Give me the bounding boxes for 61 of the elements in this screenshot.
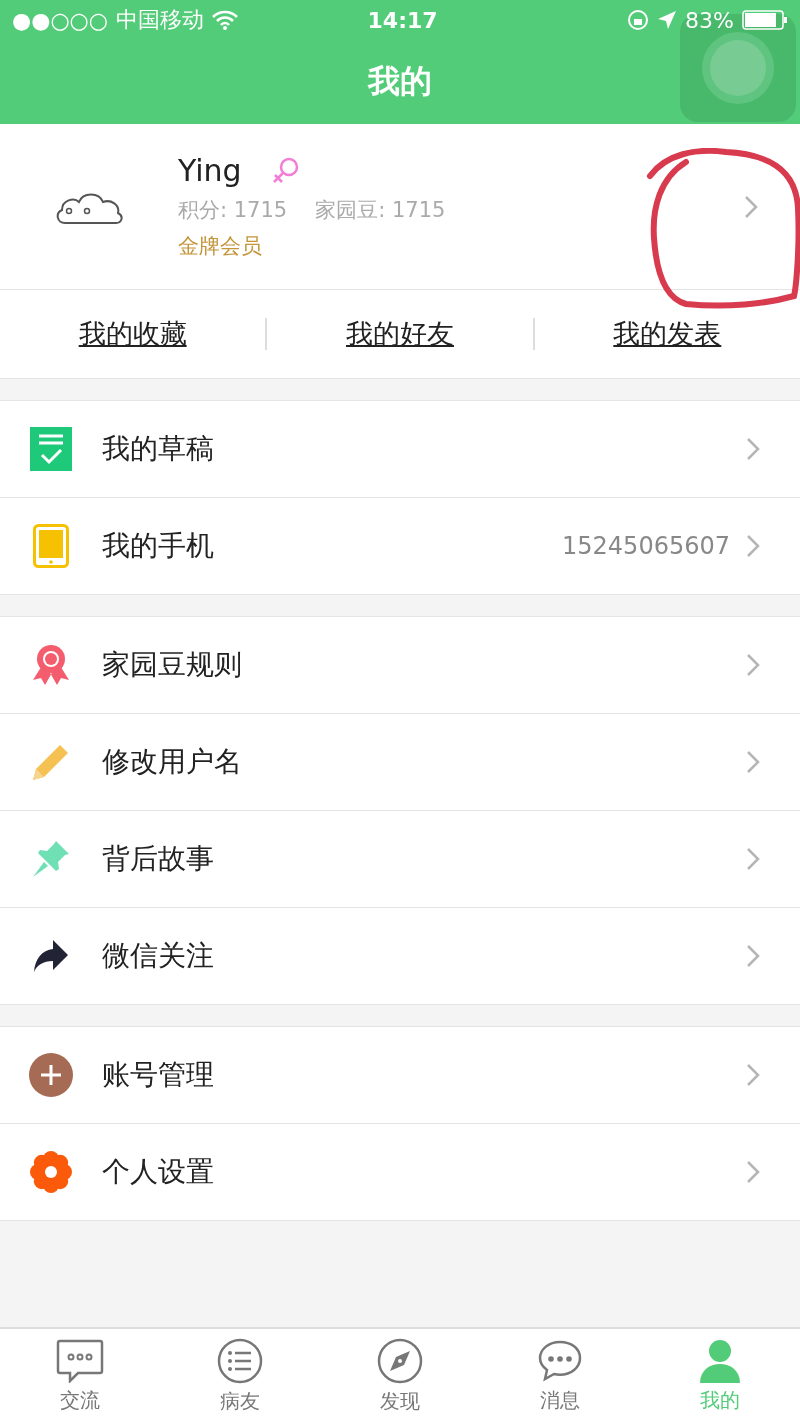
user-name: Ying xyxy=(178,153,242,188)
chevron-right-icon xyxy=(746,750,760,774)
pencil-icon xyxy=(32,743,70,781)
tab-item[interactable]: 消息 xyxy=(480,1329,640,1423)
checklist-icon xyxy=(30,427,72,471)
floating-touch-button[interactable] xyxy=(680,14,796,122)
compass-icon xyxy=(377,1337,423,1384)
chevron-right-icon xyxy=(744,194,758,219)
chevron-right-icon xyxy=(746,1063,760,1087)
menu-label: 我的草稿 xyxy=(102,431,215,467)
tab-item[interactable]: 发现 xyxy=(320,1329,480,1423)
rotation-lock-icon xyxy=(627,9,650,31)
female-symbol-icon xyxy=(271,156,300,185)
location-arrow-icon xyxy=(657,10,678,30)
wifi-icon xyxy=(212,10,238,30)
chevron-right-icon xyxy=(746,437,760,461)
battery-percent: 83% xyxy=(685,7,734,33)
signal-strength: ●●○○○ xyxy=(12,7,108,33)
menu-label: 修改用户名 xyxy=(102,744,243,780)
menu-item[interactable]: 我的手机 15245065607 xyxy=(0,497,800,594)
menu-item[interactable]: 家园豆规则 xyxy=(0,617,800,713)
chevron-right-icon xyxy=(746,847,760,871)
pushpin-icon xyxy=(32,840,70,878)
menu-label: 微信关注 xyxy=(102,938,215,974)
chevron-right-icon xyxy=(746,1160,760,1184)
membership-level: 金牌会员 xyxy=(178,233,263,260)
profile-link[interactable]: 我的收藏 xyxy=(0,316,266,352)
tab-item[interactable]: 病友 xyxy=(160,1329,320,1423)
menu-label: 个人设置 xyxy=(102,1154,215,1190)
menu-label: 账号管理 xyxy=(102,1057,215,1093)
speech-bubble-icon xyxy=(537,1338,583,1383)
chat-icon xyxy=(56,1338,104,1383)
menu-label: 背后故事 xyxy=(102,841,215,877)
chevron-right-icon xyxy=(746,944,760,968)
menu-item[interactable]: 修改用户名 xyxy=(0,713,800,810)
chevron-right-icon xyxy=(746,534,760,558)
battery-icon xyxy=(742,10,788,30)
menu-item[interactable]: 账号管理 xyxy=(0,1027,800,1123)
menu-label: 我的手机 xyxy=(102,528,215,564)
tab-item[interactable]: 交流 xyxy=(0,1329,160,1423)
beans-count: 家园豆: 1715 xyxy=(315,197,446,224)
profile-link[interactable]: 我的好友 xyxy=(267,316,533,352)
points-count: 积分: 1715 xyxy=(178,197,288,224)
profile-link[interactable]: 我的发表 xyxy=(534,316,800,352)
list-icon xyxy=(217,1337,263,1384)
chevron-right-icon xyxy=(746,653,760,677)
gear-icon xyxy=(29,1150,73,1194)
person-icon xyxy=(700,1338,740,1383)
phone-number: 15245065607 xyxy=(562,532,730,560)
carrier-name: 中国移动 xyxy=(116,6,204,34)
tablet-icon xyxy=(33,524,69,568)
menu-item[interactable]: 微信关注 xyxy=(0,907,800,1004)
menu-item[interactable]: 我的草稿 xyxy=(0,401,800,497)
menu-label: 家园豆规则 xyxy=(102,647,243,683)
menu-item[interactable]: 背后故事 xyxy=(0,810,800,907)
clock-time: 14:17 xyxy=(367,7,438,33)
award-ribbon-icon xyxy=(31,644,71,686)
page-title: 我的 xyxy=(368,61,432,102)
share-arrow-icon xyxy=(33,939,69,973)
plus-circle-icon xyxy=(29,1053,73,1097)
menu-item[interactable]: 个人设置 xyxy=(0,1123,800,1220)
